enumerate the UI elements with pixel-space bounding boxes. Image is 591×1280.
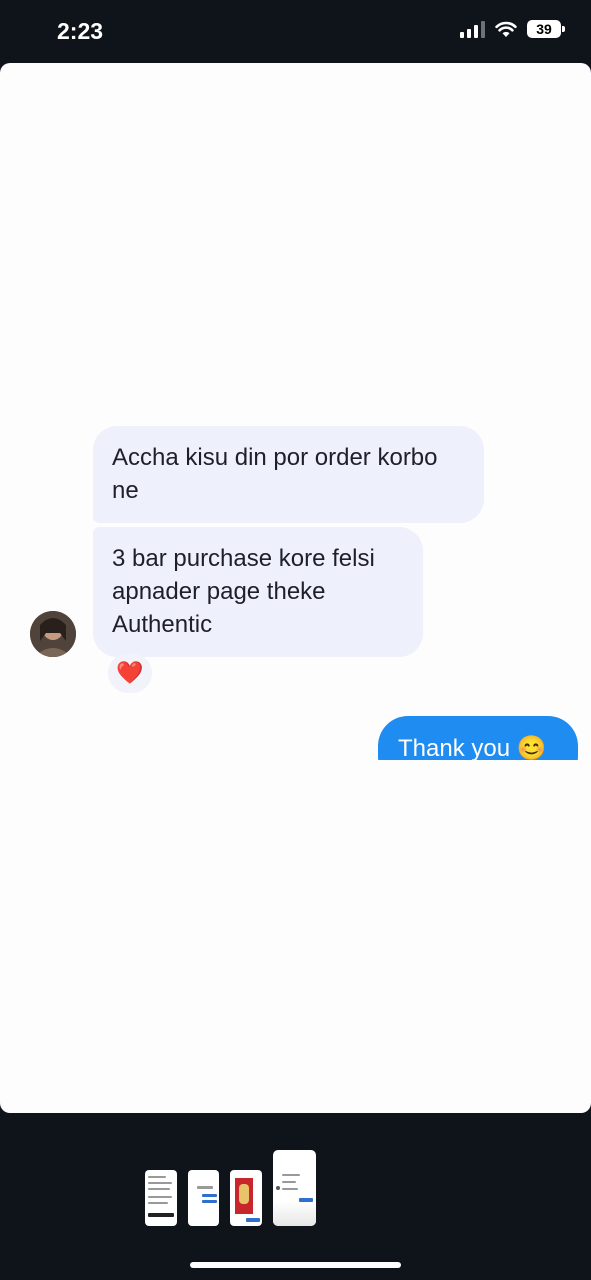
thumbnail-strip: [145, 1150, 316, 1226]
thumbnail-1[interactable]: [145, 1170, 177, 1226]
heart-icon: ❤️: [116, 660, 144, 685]
incoming-message[interactable]: 3 bar purchase kore felsi apnader page t…: [93, 527, 423, 657]
status-time: 2:23: [57, 18, 104, 44]
avatar[interactable]: [30, 611, 76, 657]
home-indicator[interactable]: [190, 1262, 401, 1268]
cellular-signal-icon: [460, 20, 485, 38]
outgoing-message-text: Thank you 😊: [398, 735, 547, 760]
thumbnail-4-selected[interactable]: [273, 1150, 316, 1226]
outgoing-message-clip: Thank you 😊: [378, 716, 578, 760]
heart-reaction[interactable]: ❤️: [108, 653, 152, 693]
battery-icon: 39: [527, 20, 565, 38]
thumbnail-3[interactable]: [230, 1170, 262, 1226]
incoming-message[interactable]: Accha kisu din por order korbo ne: [93, 426, 484, 523]
status-icons: 39: [460, 20, 565, 38]
outgoing-message[interactable]: Thank you 😊: [378, 716, 578, 760]
thumbnail-2[interactable]: [188, 1170, 219, 1226]
wifi-icon: [495, 21, 517, 38]
status-bar: 2:23 39: [0, 0, 591, 63]
battery-level: 39: [536, 21, 552, 37]
